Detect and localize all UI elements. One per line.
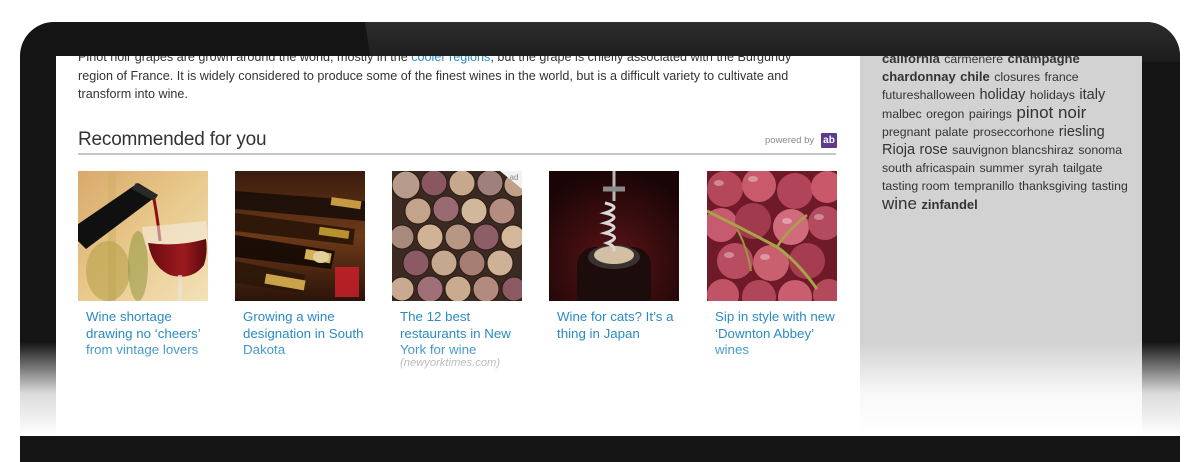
recommendation-title[interactable]: The 12 best restaurants in New York for … [400, 309, 525, 359]
wine-bottles-image[interactable] [235, 171, 365, 301]
tag-link[interactable]: italy [1079, 87, 1105, 103]
corkscrew-image[interactable] [549, 171, 679, 301]
recommendation-title[interactable]: Wine for cats? It’s a thing in Japan [557, 309, 682, 342]
tag-link[interactable]: tasting room [882, 179, 950, 193]
tag-link[interactable]: oregon [926, 107, 964, 121]
tag-link[interactable]: rhone [1023, 125, 1054, 139]
tag-link[interactable]: holidays [1030, 88, 1075, 102]
tag-link[interactable]: tempranillo [954, 179, 1014, 193]
recommendation-title[interactable]: Sip in style with new ‘Downton Abbey’ wi… [715, 309, 840, 359]
intro-text-before: Pinot noir grapes are grown around the w… [78, 56, 412, 64]
tag-link[interactable]: Rioja [882, 142, 915, 158]
tag-link[interactable]: champagne [1007, 56, 1079, 66]
tag-link[interactable]: pregnant [882, 125, 931, 139]
tag-link[interactable]: spain [946, 161, 975, 175]
tag-link[interactable]: riesling [1059, 124, 1105, 140]
tag-link[interactable]: pinot noir [1016, 103, 1086, 122]
screen: Pinot noir grapes are grown around the w… [56, 56, 1142, 436]
cooler-regions-link[interactable]: cooler regions [411, 56, 490, 64]
sidebar: california carmenere champagne chardonna… [860, 56, 1142, 436]
tag-link[interactable]: palate [935, 125, 969, 139]
tag-link[interactable]: rose [920, 142, 948, 158]
red-grapes-image[interactable] [707, 171, 837, 301]
main-content: Pinot noir grapes are grown around the w… [56, 56, 860, 436]
pouring-wine-image[interactable] [78, 171, 208, 301]
tag-link[interactable]: sonoma [1078, 143, 1122, 157]
recommendation-card[interactable]: ad The 12 best restaurants in New York f… [392, 171, 522, 369]
tag-link[interactable]: holiday [979, 87, 1025, 103]
powered-by-label: powered by [765, 135, 815, 146]
tag-link[interactable]: thanksgiving [1019, 179, 1087, 193]
tag-link[interactable]: france [1044, 70, 1078, 84]
recommendation-card[interactable]: Growing a wine designation in South Dako… [235, 171, 365, 357]
tag-link[interactable]: pairings [969, 107, 1012, 121]
tag-link[interactable]: south africa [882, 161, 946, 175]
recommendation-card[interactable]: Wine shortage drawing no ‘cheers’ from v… [78, 171, 208, 357]
recommendation-title[interactable]: Wine shortage drawing no ‘cheers’ from v… [86, 309, 211, 359]
ab-logo[interactable]: ab [821, 133, 837, 148]
tag-link[interactable]: shiraz [1041, 143, 1074, 157]
tag-link[interactable]: syrah [1028, 161, 1058, 175]
tag-link[interactable]: tailgate [1063, 161, 1103, 175]
tag-link[interactable]: carmenere [944, 56, 1003, 66]
recommendation-source: (newyorktimes.com) [400, 357, 501, 369]
heading-divider [78, 153, 836, 155]
tag-link[interactable]: california [882, 56, 940, 66]
tag-link[interactable]: summer [979, 161, 1023, 175]
tag-cloud: california carmenere champagne chardonna… [882, 56, 1130, 214]
wine-corks-image[interactable]: ad [392, 171, 522, 301]
tag-link[interactable]: malbec [882, 107, 922, 121]
tag-link[interactable]: prosecco [973, 125, 1023, 139]
recommendation-card[interactable]: Sip in style with new ‘Downton Abbey’ wi… [707, 171, 837, 357]
tag-link[interactable]: halloween [920, 88, 975, 102]
tag-link[interactable]: chile [960, 69, 990, 84]
recommendation-title[interactable]: Growing a wine designation in South Dako… [243, 309, 368, 359]
tag-link[interactable]: futures [882, 88, 920, 102]
recommended-heading: Recommended for you [78, 129, 267, 150]
tag-link[interactable]: chardonnay [882, 69, 956, 84]
tag-link[interactable]: closures [994, 70, 1040, 84]
tag-link[interactable]: tasting [1092, 179, 1128, 193]
article-intro: Pinot noir grapes are grown around the w… [78, 56, 818, 104]
tag-link[interactable]: zinfandel [921, 197, 977, 212]
tag-link[interactable]: wine [882, 194, 917, 213]
recommendation-card[interactable]: Wine for cats? It’s a thing in Japan [549, 171, 679, 341]
tag-link[interactable]: sauvignon blanc [952, 143, 1041, 157]
